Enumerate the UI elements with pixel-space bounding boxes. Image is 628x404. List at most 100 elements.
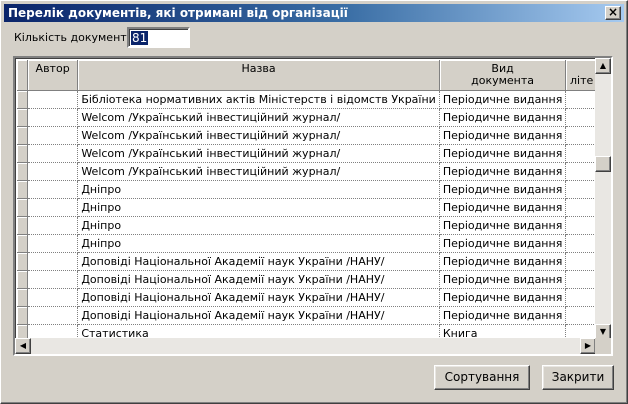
cell-author[interactable] [27,270,79,289]
table-row[interactable]: Welcom /Український інвестиційний журнал… [17,108,598,127]
row-indicator[interactable] [17,270,28,289]
column-header-literature[interactable]: літе [565,60,598,91]
cell-literature[interactable] [565,144,598,163]
cell-doc_type[interactable]: Періодичне видання [439,270,567,289]
document-count-field[interactable]: 81 [127,27,190,48]
table-row[interactable]: Доповіді Національної Академії наук Укра… [17,252,598,271]
cell-literature[interactable] [565,306,598,325]
row-indicator[interactable] [17,198,28,217]
cell-title[interactable]: Доповіді Національної Академії наук Укра… [77,306,440,325]
table-row[interactable]: Welcom /Український інвестиційний журнал… [17,126,598,145]
vertical-scroll-thumb[interactable] [595,156,611,172]
column-header-author[interactable]: Автор [27,60,79,91]
title-bar[interactable]: Перелік документів, які отримані від орг… [4,4,624,22]
table-row[interactable]: Дніпро Періодичне видання [17,216,598,235]
column-header-title[interactable]: Назва [77,60,440,91]
cell-author[interactable] [27,162,79,181]
cell-literature[interactable] [565,90,598,109]
cell-author[interactable] [27,198,79,217]
cell-author[interactable] [27,234,79,253]
cell-doc_type[interactable]: Періодичне видання [439,216,567,235]
cell-literature[interactable] [565,288,598,307]
row-indicator[interactable] [17,108,28,127]
cell-doc_type[interactable]: Періодичне видання [439,90,567,109]
close-button[interactable]: Закрити [542,365,614,390]
cell-doc_type[interactable]: Періодичне видання [439,288,567,307]
row-indicator[interactable] [17,144,28,163]
documents-grid: Автор Назва Вид документа літе Бібліотека н… [13,56,613,356]
cell-literature[interactable] [565,234,598,253]
cell-title[interactable]: Дніпро [77,216,440,235]
cell-title[interactable]: Welcom /Український інвестиційний журнал… [77,126,440,145]
cell-title[interactable]: Welcom /Український інвестиційний журнал… [77,144,440,163]
document-count-label: Кількість документів: [14,31,140,44]
row-indicator[interactable] [17,90,28,109]
vertical-scrollbar[interactable]: ▲ ▼ [595,58,611,340]
cell-author[interactable] [27,252,79,271]
cell-literature[interactable] [565,270,598,289]
cell-author[interactable] [27,306,79,325]
scroll-up-icon[interactable]: ▲ [595,58,611,74]
scroll-right-icon[interactable]: ▶ [580,338,596,354]
cell-literature[interactable] [565,108,598,127]
cell-doc_type[interactable]: Періодичне видання [439,162,567,181]
row-indicator[interactable] [17,162,28,181]
cell-doc_type[interactable]: Періодичне видання [439,252,567,271]
cell-author[interactable] [27,90,79,109]
cell-doc_type[interactable]: Періодичне видання [439,144,567,163]
cell-title[interactable]: Доповіді Національної Академії наук Укра… [77,252,440,271]
cell-title[interactable]: Доповіді Національної Академії наук Укра… [77,288,440,307]
documents-table: Автор Назва Вид документа літе Бібліотека н… [17,60,598,340]
row-indicator[interactable] [17,126,28,145]
row-indicator[interactable] [17,306,28,325]
cell-title[interactable]: Доповіді Національної Академії наук Укра… [77,270,440,289]
cell-doc_type[interactable]: Періодичне видання [439,108,567,127]
column-header-indicator[interactable] [17,60,28,91]
window-title: Перелік документів, які отримані від орг… [8,6,348,20]
cell-author[interactable] [27,144,79,163]
table-row[interactable]: Доповіді Національної Академії наук Укра… [17,270,598,289]
cell-author[interactable] [27,180,79,199]
cell-title[interactable]: Welcom /Український інвестиційний журнал… [77,108,440,127]
row-indicator[interactable] [17,288,28,307]
cell-title[interactable]: Дніпро [77,234,440,253]
cell-author[interactable] [27,126,79,145]
column-header-doc_type[interactable]: Вид документа [439,60,567,91]
cell-doc_type[interactable]: Періодичне видання [439,306,567,325]
cell-doc_type[interactable]: Періодичне видання [439,234,567,253]
cell-title[interactable]: Дніпро [77,180,440,199]
row-indicator[interactable] [17,180,28,199]
row-indicator[interactable] [17,234,28,253]
cell-literature[interactable] [565,198,598,217]
cell-doc_type[interactable]: Періодичне видання [439,198,567,217]
table-row[interactable]: Дніпро Періодичне видання [17,234,598,253]
document-count-value: 81 [131,31,149,45]
row-indicator[interactable] [17,216,28,235]
table-row[interactable]: Доповіді Національної Академії наук Укра… [17,306,598,325]
cell-literature[interactable] [565,180,598,199]
cell-doc_type[interactable]: Періодичне видання [439,180,567,199]
cell-literature[interactable] [565,126,598,145]
table-row[interactable]: Welcom /Український інвестиційний журнал… [17,162,598,181]
cell-literature[interactable] [565,252,598,271]
horizontal-scrollbar[interactable]: ◀ ▶ [15,338,596,354]
cell-title[interactable]: Дніпро [77,198,440,217]
table-row[interactable]: Дніпро Періодичне видання [17,180,598,199]
sort-button[interactable]: Сортування [434,365,530,390]
table-row[interactable]: Доповіді Національної Академії наук Укра… [17,288,598,307]
cell-literature[interactable] [565,162,598,181]
cell-literature[interactable] [565,216,598,235]
close-icon[interactable]: × [605,6,621,20]
cell-author[interactable] [27,288,79,307]
cell-author[interactable] [27,216,79,235]
scroll-left-icon[interactable]: ◀ [15,338,31,354]
table-row[interactable]: Welcom /Український інвестиційний журнал… [17,144,598,163]
cell-author[interactable] [27,108,79,127]
cell-title[interactable]: Бібліотека нормативних актів Міністерств… [77,90,440,109]
cell-doc_type[interactable]: Періодичне видання [439,126,567,145]
cell-title[interactable]: Welcom /Український інвестиційний журнал… [77,162,440,181]
row-indicator[interactable] [17,252,28,271]
scrollbar-corner [595,338,611,354]
table-row[interactable]: Дніпро Періодичне видання [17,198,598,217]
table-row[interactable]: Бібліотека нормативних актів Міністерств… [17,90,598,109]
